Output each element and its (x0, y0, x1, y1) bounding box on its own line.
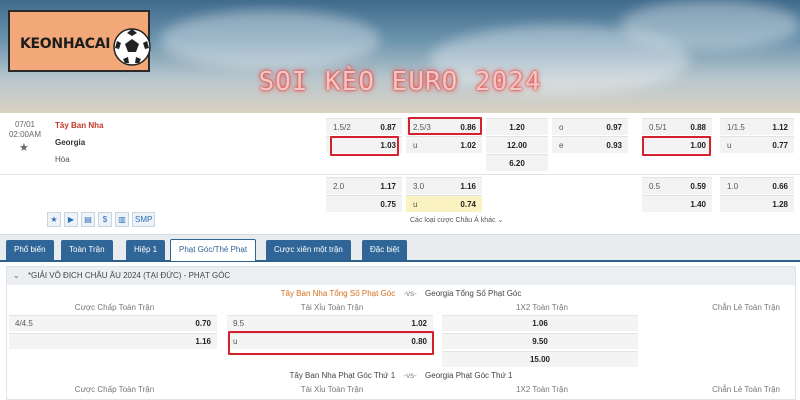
cloud-decoration (620, 0, 800, 50)
match-time: 02:00AM (8, 130, 42, 139)
draw-label: Hòa (55, 155, 70, 164)
col-handicap: Cược Chấp Toàn Trận (74, 385, 155, 394)
home-first-corner-label: Tây Ban Nha Phạt Góc Thứ 1 (289, 371, 396, 380)
corner-hdp-home-odds[interactable]: 4/4.5 0.70 (9, 315, 217, 331)
tab-same-game-parlay[interactable]: Cược xiên một trận (266, 240, 351, 260)
tab-corners-cards[interactable]: Phạt Góc/Thẻ Phạt (170, 239, 257, 261)
highlight-box (228, 331, 434, 355)
favorite-star-icon[interactable]: ★ (19, 141, 29, 154)
logo-text: KEONHACAI (20, 36, 111, 52)
col-1x2: 1X2 Toàn Trận (516, 385, 568, 394)
ou2-under-odds[interactable]: u 0.77 (720, 136, 794, 153)
ou1-alt-over-odds[interactable]: 3.0 1.16 (406, 177, 482, 194)
scoreboard-icon[interactable]: ▥ (115, 212, 129, 227)
vs-label: -vs- (403, 289, 417, 298)
cloud-decoration (160, 10, 380, 70)
cash-out-icon[interactable]: $ (98, 212, 112, 227)
tab-first-half[interactable]: Hiệp 1 (126, 240, 166, 260)
corner-over-odds[interactable]: 9.5 1.02 (227, 315, 433, 331)
ou2-over-odds[interactable]: 1/1.5 1.12 (720, 118, 794, 135)
x12-away-odds[interactable]: 12.00 (486, 136, 548, 153)
vs-label: -vs- (403, 371, 417, 380)
hdp1-alt-away-odds[interactable]: 0.75 (326, 195, 402, 212)
ou2-alt-under-odds[interactable]: 1.28 (720, 195, 794, 212)
col-odd-even: Chẵn Lẻ Toàn Trận (712, 303, 780, 312)
even-odds[interactable]: e 0.93 (552, 136, 628, 153)
corner-hdp-away-odds[interactable]: 1.16 (9, 333, 217, 349)
hdp2-alt-home-odds[interactable]: 0.5 0.59 (642, 177, 712, 194)
highlight-box (330, 136, 399, 156)
x12-home-odds[interactable]: 1.20 (486, 118, 548, 135)
first-corner-header: Tây Ban Nha Phạt Góc Thứ 1 -vs- Georgia … (7, 371, 795, 380)
match-tools: ★ ▶ ▤ $ ▥ SMP (47, 212, 156, 229)
highlight-box (408, 117, 482, 135)
col-odd-even: Chẵn Lẻ Toàn Trận (712, 385, 780, 394)
league-header[interactable]: ⌄ *GIẢI VÔ ĐỊCH CHÂU ÂU 2024 (TẠI ĐỨC) -… (7, 267, 795, 285)
live-stream-icon[interactable]: ▶ (64, 212, 78, 227)
away-total-corners-label: Georgia Tổng Số Phạt Góc (425, 289, 522, 298)
smp-button[interactable]: SMP (132, 212, 156, 227)
corner-1x2-home-odds[interactable]: 1.06 (442, 315, 638, 331)
hdp1-alt-home-odds[interactable]: 2.0 1.17 (326, 177, 402, 194)
hdp1-home-odds[interactable]: 1.5/2 0.87 (326, 118, 402, 135)
corner-1x2-away-odds[interactable]: 9.50 (442, 333, 638, 349)
totals-header: Tây Ban Nha Tổng Số Phạt Góc -vs- Georgi… (7, 289, 795, 298)
hdp2-alt-away-odds[interactable]: 1.40 (642, 195, 712, 212)
tab-full-time[interactable]: Toàn Trận (61, 240, 113, 260)
col-over-under: Tài Xỉu Toàn Trận (300, 385, 364, 394)
match-row: 07/01 02:00AM ★ Tây Ban Nha Georgia Hòa … (0, 113, 800, 233)
more-asian-bets-link[interactable]: Các loại cược Châu Á khác ⌄ (410, 216, 503, 224)
favorite-icon[interactable]: ★ (47, 212, 61, 227)
corners-section: ⌄ *GIẢI VÔ ĐỊCH CHÂU ÂU 2024 (TẠI ĐỨC) -… (6, 266, 796, 400)
home-total-corners-label: Tây Ban Nha Tổng Số Phạt Góc (280, 289, 396, 298)
stats-icon[interactable]: ▤ (81, 212, 95, 227)
ou2-alt-over-odds[interactable]: 1.0 0.66 (720, 177, 794, 194)
hdp2-home-odds[interactable]: 0.5/1 0.88 (642, 118, 712, 135)
league-title: *GIẢI VÔ ĐỊCH CHÂU ÂU 2024 (TẠI ĐỨC) - P… (27, 271, 231, 280)
col-over-under: Tài Xỉu Toàn Trận (300, 303, 364, 312)
banner-title: SOI KÈO EURO 2024 (258, 67, 542, 97)
away-first-corner-label: Georgia Phạt Góc Thứ 1 (425, 371, 513, 380)
chevron-down-icon[interactable]: ⌄ (13, 271, 20, 280)
ou1-alt-under-odds[interactable]: u 0.74 (406, 195, 482, 212)
match-date: 07/01 (14, 120, 36, 129)
corner-1x2-draw-odds[interactable]: 15.00 (442, 351, 638, 367)
col-1x2: 1X2 Toàn Trận (516, 303, 568, 312)
row-divider (0, 174, 800, 175)
highlight-box (642, 136, 711, 156)
ou1-under-odds[interactable]: u 1.02 (406, 136, 482, 153)
market-tabs: Phổ biến Toàn Trận Hiệp 1 Phạt Góc/Thẻ P… (0, 234, 800, 262)
banner: KEONHACAI SOI KÈO EURO 2024 (0, 0, 800, 113)
tab-specials[interactable]: Đặc biệt (362, 240, 408, 260)
x12-draw-odds[interactable]: 6.20 (486, 154, 548, 171)
away-team[interactable]: Georgia (55, 138, 85, 147)
col-handicap: Cược Chấp Toàn Trận (74, 303, 155, 312)
match-datetime: 07/01 02:00AM (6, 120, 44, 140)
match-teams: Tây Ban Nha Georgia Hòa (47, 113, 320, 211)
odd-odds[interactable]: o 0.97 (552, 118, 628, 135)
site-logo[interactable]: KEONHACAI (8, 10, 151, 72)
home-team[interactable]: Tây Ban Nha (55, 121, 103, 130)
tab-popular[interactable]: Phổ biến (6, 240, 54, 260)
soccer-ball-icon (113, 28, 151, 66)
